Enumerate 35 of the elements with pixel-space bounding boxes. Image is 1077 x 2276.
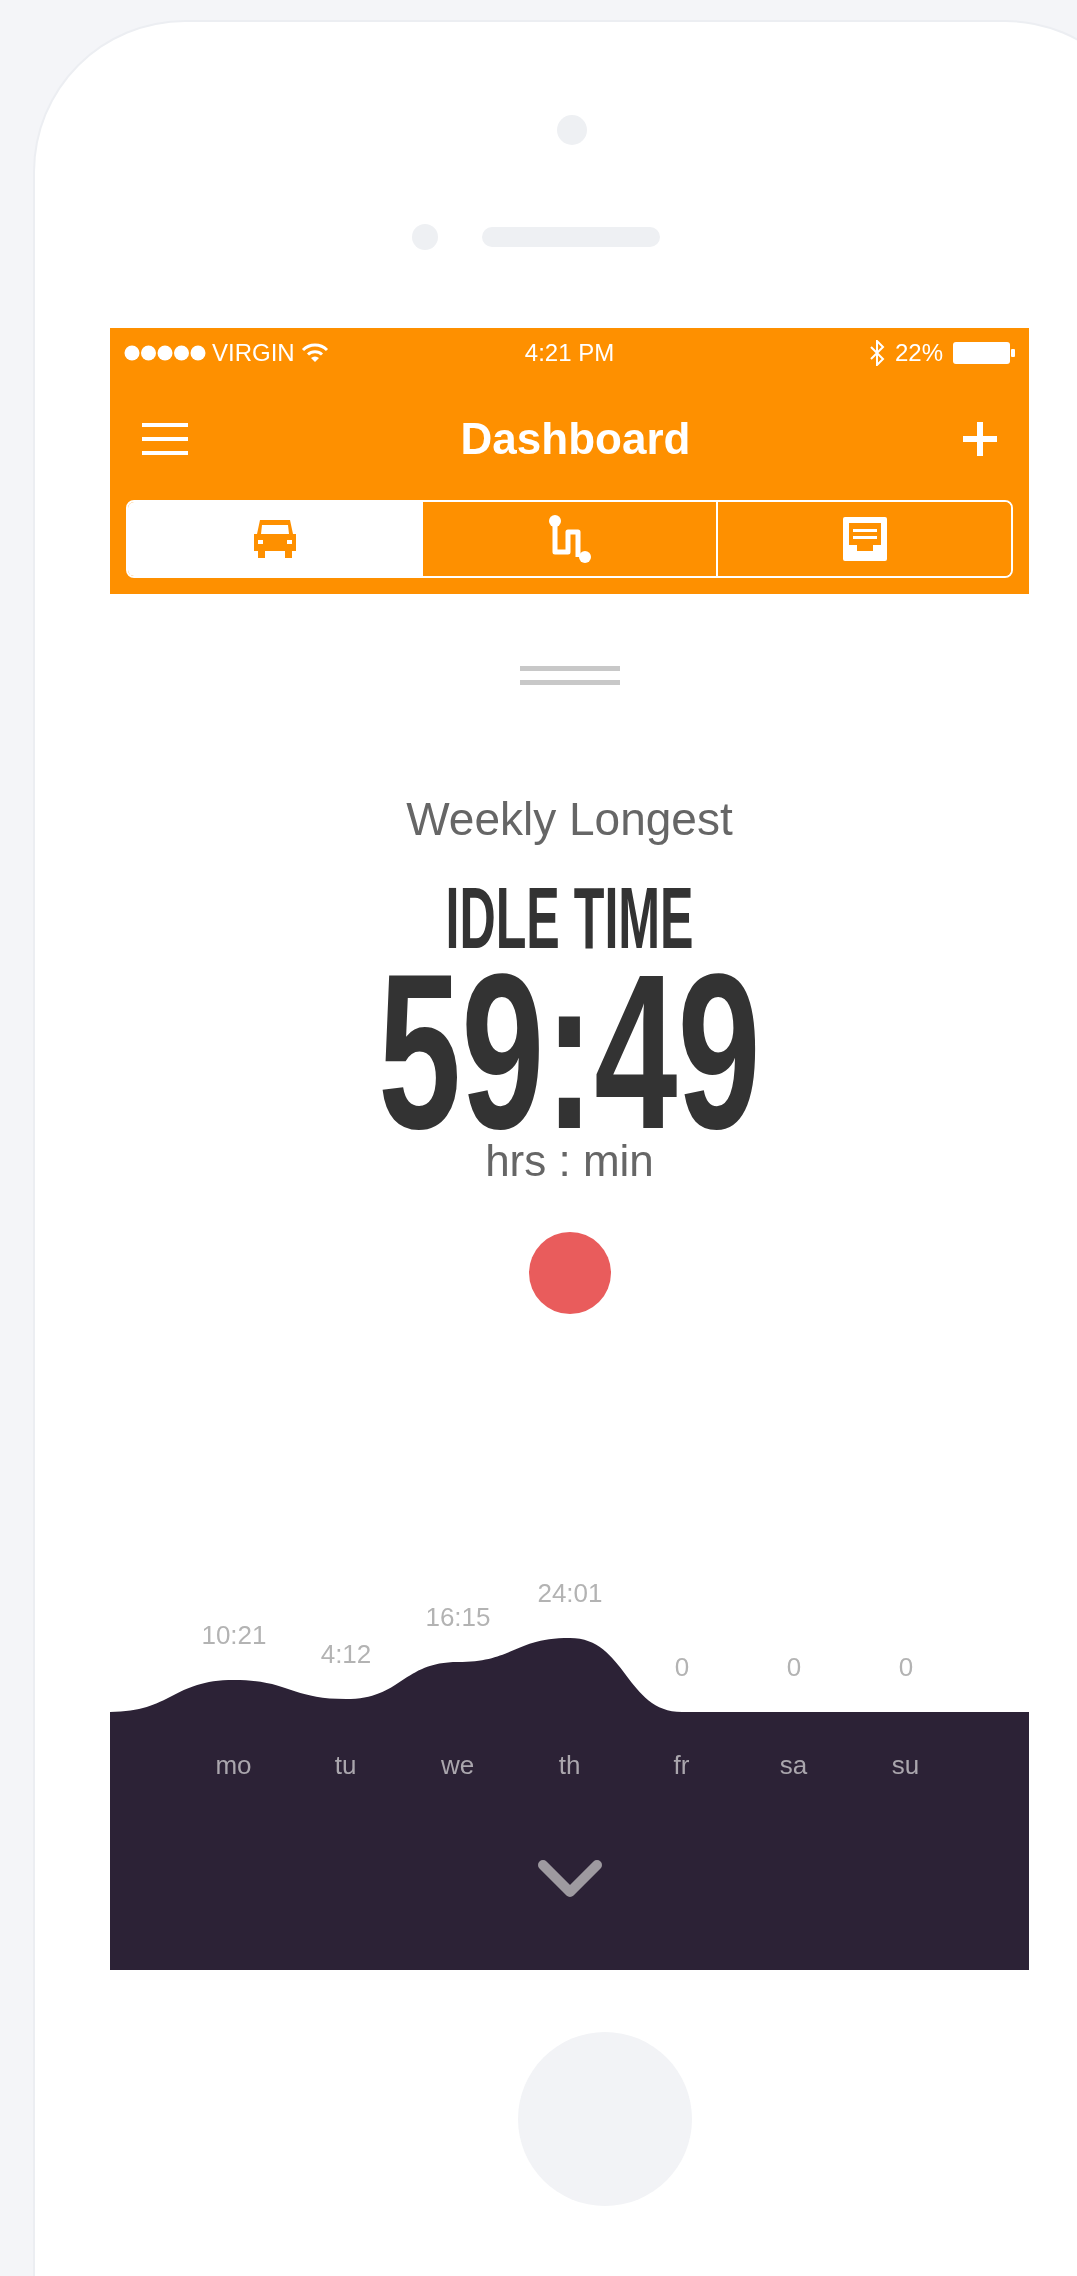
tab[interactable] (716, 502, 1011, 576)
value-label: 10:21 (201, 1620, 267, 1651)
day-label: th (558, 1750, 581, 1780)
car-icon (251, 518, 298, 560)
screen-title: Dashboard (460, 414, 691, 464)
day-label: fr (673, 1750, 690, 1780)
signal-icon (124, 345, 206, 361)
add-icon[interactable] (963, 422, 997, 456)
battery-percent: 22% (894, 339, 943, 367)
value-label: 0 (786, 1652, 802, 1682)
day-label: sa (779, 1750, 808, 1780)
drag-handle-icon[interactable] (519, 666, 620, 685)
bluetooth-icon (868, 340, 885, 366)
value-label: 24:01 (537, 1578, 603, 1608)
carrier-name: VIRGIN (212, 339, 295, 367)
route-icon (547, 514, 592, 564)
wifi-icon (300, 343, 329, 363)
subtitle: Weekly Longest (406, 792, 733, 847)
value-label: 0 (898, 1652, 914, 1682)
chevron-down-icon[interactable] (537, 1860, 602, 1900)
day-label: su (891, 1750, 920, 1780)
day-label: mo (215, 1750, 252, 1780)
day-label: we (440, 1750, 475, 1780)
inbox-icon (842, 517, 887, 561)
metric-title: IDLE TIME (445, 885, 694, 952)
tab[interactable] (128, 502, 421, 576)
clock-time: 4:21 PM (524, 339, 615, 367)
value-label: 4:12 (320, 1639, 372, 1670)
battery-icon (953, 342, 1015, 364)
value-label: 0 (674, 1652, 690, 1682)
value-label: 16:15 (425, 1601, 491, 1632)
menu-icon[interactable] (142, 423, 188, 455)
metric-value: 59:49 (378, 970, 761, 1136)
day-label: tu (334, 1750, 357, 1780)
unit-label: hrs : min (485, 1135, 654, 1188)
